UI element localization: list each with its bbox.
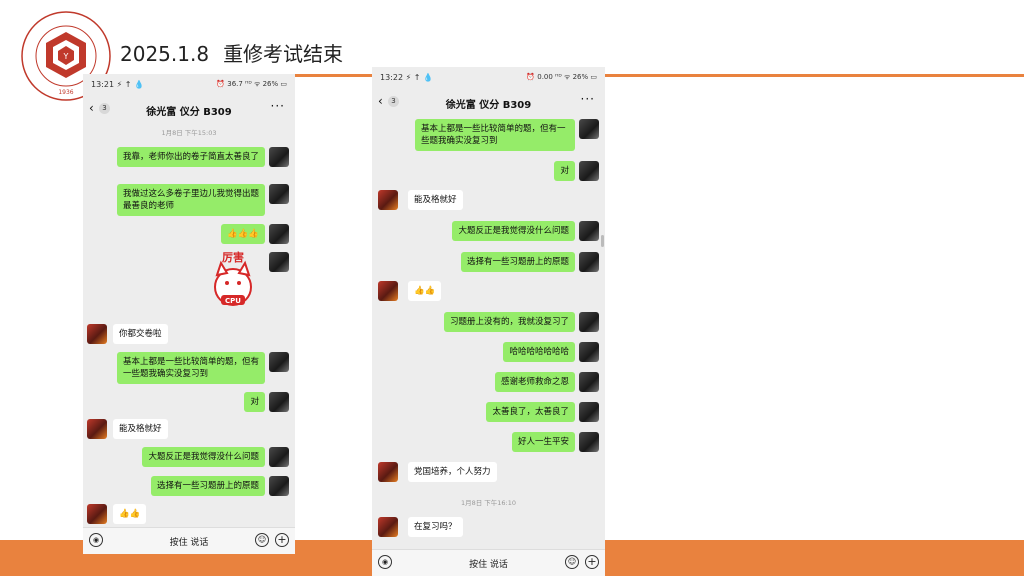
avatar[interactable]: [579, 372, 599, 392]
message-bubble[interactable]: 太善良了，太善良了: [486, 402, 575, 422]
avatar[interactable]: [579, 119, 599, 139]
message-bubble[interactable]: 👍👍: [113, 504, 147, 524]
avatar[interactable]: [378, 190, 398, 210]
avatar[interactable]: [269, 252, 289, 272]
chat-header: ‹ 3 徐光富 仪分 B309 ···: [372, 89, 605, 115]
avatar[interactable]: [579, 342, 599, 362]
avatar[interactable]: [579, 161, 599, 181]
chat-title: 徐光富 仪分 B309: [146, 107, 232, 118]
message-bubble[interactable]: 感谢老师救命之恩: [494, 372, 575, 392]
emoji-icon[interactable]: ☺: [255, 533, 269, 547]
message-bubble[interactable]: 👍👍: [408, 281, 442, 301]
avatar[interactable]: [269, 352, 289, 372]
avatar[interactable]: [269, 224, 289, 244]
message-bubble[interactable]: 大题反正是我觉得没什么问题: [452, 221, 575, 241]
chat-timestamp: 1月8日 下午16:10: [460, 499, 517, 507]
logo-year: 1936: [58, 89, 73, 96]
avatar[interactable]: [579, 432, 599, 452]
message-bubble[interactable]: 选择有一些习题册上的原题: [150, 476, 265, 496]
chat-input-bar: ◉ 按住 说话 ☺ +: [372, 549, 605, 576]
avatar[interactable]: [378, 517, 398, 537]
slide-heading: 重修考试结束: [223, 42, 344, 66]
message-bubble[interactable]: 基本上都是一些比较简单的题，但有一些题我确实没复习到: [117, 352, 265, 384]
plus-icon[interactable]: +: [585, 555, 599, 569]
plus-icon[interactable]: +: [275, 533, 289, 547]
message-bubble[interactable]: 哈哈哈哈哈哈哈: [503, 342, 575, 362]
more-icon[interactable]: ···: [271, 99, 285, 113]
avatar[interactable]: [87, 504, 107, 524]
message-bubble[interactable]: 对: [554, 161, 575, 181]
avatar[interactable]: [579, 252, 599, 272]
emoji-icon[interactable]: ☺: [565, 555, 579, 569]
message-bubble[interactable]: 好人一生平安: [511, 432, 575, 452]
sticker-caption: 厉害: [222, 250, 244, 264]
status-time: 13:22 ⚡ ↑ 💧: [380, 73, 433, 82]
chat-title: 徐光富 仪分 B309: [445, 100, 532, 111]
slide-title: 2025.1.8 重修考试结束: [120, 38, 343, 67]
chat-screenshot-1: 13:21 ⚡ ↑ 💧 ⏰ 36.7 ᴴᴰ ᯤ 26% ▭ ‹ 3 徐光富 仪分…: [83, 74, 295, 554]
message-bubble[interactable]: 选择有一些习题册上的原题: [460, 252, 575, 272]
avatar[interactable]: [269, 392, 289, 412]
status-indicators: ⏰ 36.7 ᴴᴰ ᯤ 26% ▭: [216, 80, 287, 88]
message-bubble[interactable]: 在复习吗？: [408, 517, 463, 537]
chat-screenshot-2: 13:22 ⚡ ↑ 💧 ⏰ 0.00 ᴴᴰ ᯤ 26% ▭ ‹ 3 徐光富 仪分…: [372, 67, 605, 576]
message-bubble[interactable]: 党国培养，个人努力: [408, 462, 497, 482]
chat-input-bar: ◉ 按住 说话 ☺ +: [83, 527, 295, 554]
avatar[interactable]: [87, 419, 107, 439]
chat-timestamp: 1月8日 下午15:03: [161, 129, 217, 137]
message-bubble[interactable]: 我做过这么多卷子里边儿我觉得出题最善良的老师: [117, 184, 265, 216]
avatar[interactable]: [269, 147, 289, 167]
status-indicators: ⏰ 0.00 ᴴᴰ ᯤ 26% ▭: [526, 73, 597, 81]
scrollbar[interactable]: [601, 235, 604, 247]
avatar[interactable]: [579, 221, 599, 241]
avatar[interactable]: [269, 447, 289, 467]
message-bubble[interactable]: 能及格就好: [113, 419, 168, 439]
cat-sticker[interactable]: 厉害 CPU: [201, 249, 265, 313]
message-bubble[interactable]: 我靠，老师你出的卷子简直太善良了: [117, 147, 265, 167]
avatar[interactable]: [269, 184, 289, 204]
status-bar: 13:22 ⚡ ↑ 💧 ⏰ 0.00 ᴴᴰ ᯤ 26% ▭: [372, 67, 605, 89]
message-bubble[interactable]: 大题反正是我觉得没什么问题: [142, 447, 265, 467]
status-time: 13:21 ⚡ ↑ 💧: [91, 80, 144, 89]
avatar[interactable]: [579, 312, 599, 332]
svg-text:Y: Y: [63, 52, 69, 61]
chat-header: ‹ 3 徐光富 仪分 B309 ···: [83, 96, 295, 122]
slide-date: 2025.1.8: [120, 42, 210, 66]
message-bubble[interactable]: 对: [244, 392, 265, 412]
message-bubble[interactable]: 👍👍👍: [221, 224, 265, 244]
avatar[interactable]: [378, 281, 398, 301]
avatar[interactable]: [378, 462, 398, 482]
avatar[interactable]: [579, 402, 599, 422]
more-icon[interactable]: ···: [581, 92, 595, 106]
message-bubble[interactable]: 基本上都是一些比较简单的题，但有一些题我确实没复习到: [415, 119, 575, 151]
status-bar: 13:21 ⚡ ↑ 💧 ⏰ 36.7 ᴴᴰ ᯤ 26% ▭: [83, 74, 295, 96]
message-bubble[interactable]: 习题册上没有的，我就没复习了: [443, 312, 575, 332]
avatar[interactable]: [87, 324, 107, 344]
avatar[interactable]: [269, 476, 289, 496]
sticker-cpu: CPU: [225, 297, 241, 305]
message-bubble[interactable]: 能及格就好: [408, 190, 463, 210]
message-bubble[interactable]: 你都交卷啦: [113, 324, 168, 344]
